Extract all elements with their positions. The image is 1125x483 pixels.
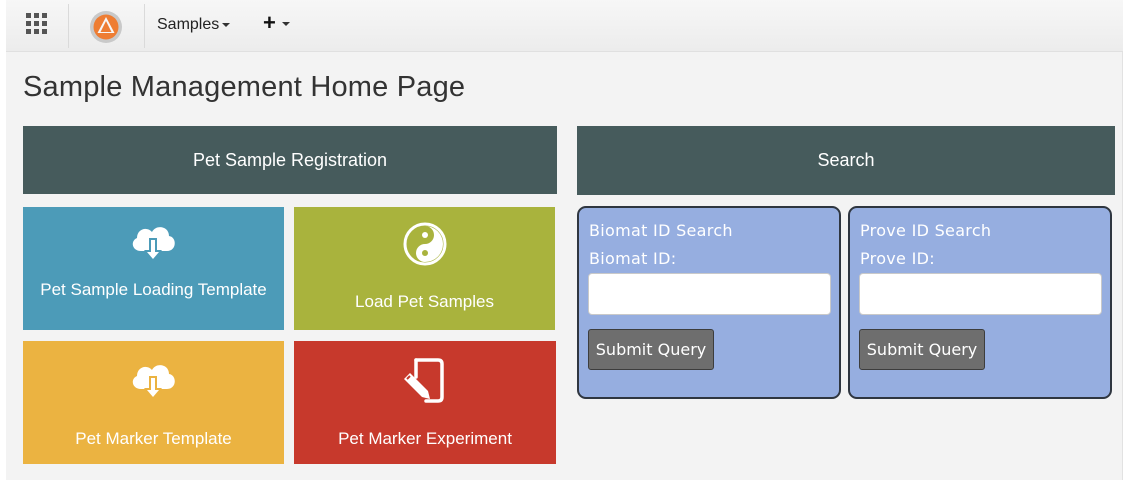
app-logo-icon[interactable] bbox=[87, 9, 125, 45]
panel-title: Biomat ID Search bbox=[589, 221, 733, 240]
page-title: Sample Management Home Page bbox=[23, 71, 466, 103]
add-menu[interactable]: + bbox=[263, 12, 290, 34]
apps-grid-icon[interactable] bbox=[26, 13, 47, 34]
biomat-id-input[interactable] bbox=[588, 273, 831, 315]
biomat-submit-query-button[interactable]: Submit Query bbox=[588, 329, 714, 370]
registration-header-label: Pet Sample Registration bbox=[192, 149, 388, 170]
edit-document-icon bbox=[404, 358, 444, 403]
pet-marker-experiment-tile[interactable]: Pet Marker Experiment bbox=[294, 341, 556, 464]
field-label: Prove ID: bbox=[860, 249, 935, 268]
samples-menu-label: Samples bbox=[157, 16, 220, 33]
biomat-id-search-panel: Biomat ID Search Biomat ID: Submit Query bbox=[577, 206, 841, 399]
chevron-down-icon bbox=[222, 22, 231, 27]
prove-id-search-panel: Prove ID Search Prove ID: Submit Query bbox=[848, 206, 1112, 399]
load-pet-samples-tile[interactable]: Load Pet Samples bbox=[294, 207, 555, 330]
add-menu-label: + bbox=[263, 10, 276, 35]
search-header: Search bbox=[577, 126, 1115, 195]
top-navbar: Samples + bbox=[6, 0, 1123, 52]
chevron-down-icon bbox=[281, 22, 290, 27]
pet-marker-template-tile[interactable]: Pet Marker Template bbox=[23, 341, 284, 464]
search-header-label: Search bbox=[817, 150, 875, 170]
registration-header: Pet Sample Registration bbox=[23, 126, 557, 194]
app-frame: Samples + Sample Management Home Page Pe… bbox=[6, 0, 1123, 480]
cloud-download-icon bbox=[132, 227, 175, 261]
tile-label: Load Pet Samples bbox=[355, 292, 494, 311]
nav-divider bbox=[68, 4, 69, 48]
samples-menu[interactable]: Samples bbox=[157, 16, 231, 34]
panel-title: Prove ID Search bbox=[860, 221, 992, 240]
pet-sample-loading-template-tile[interactable]: Pet Sample Loading Template bbox=[23, 207, 284, 330]
field-label: Biomat ID: bbox=[589, 249, 677, 268]
tile-label: Pet Marker Template bbox=[75, 429, 232, 448]
tile-label: Pet Sample Loading Template bbox=[40, 280, 267, 299]
tile-label: Pet Marker Experiment bbox=[338, 429, 512, 448]
prove-id-input[interactable] bbox=[859, 273, 1102, 315]
nav-divider bbox=[144, 4, 145, 48]
prove-submit-query-button[interactable]: Submit Query bbox=[859, 329, 985, 370]
yin-yang-icon bbox=[403, 222, 447, 266]
cloud-download-icon bbox=[132, 365, 175, 399]
